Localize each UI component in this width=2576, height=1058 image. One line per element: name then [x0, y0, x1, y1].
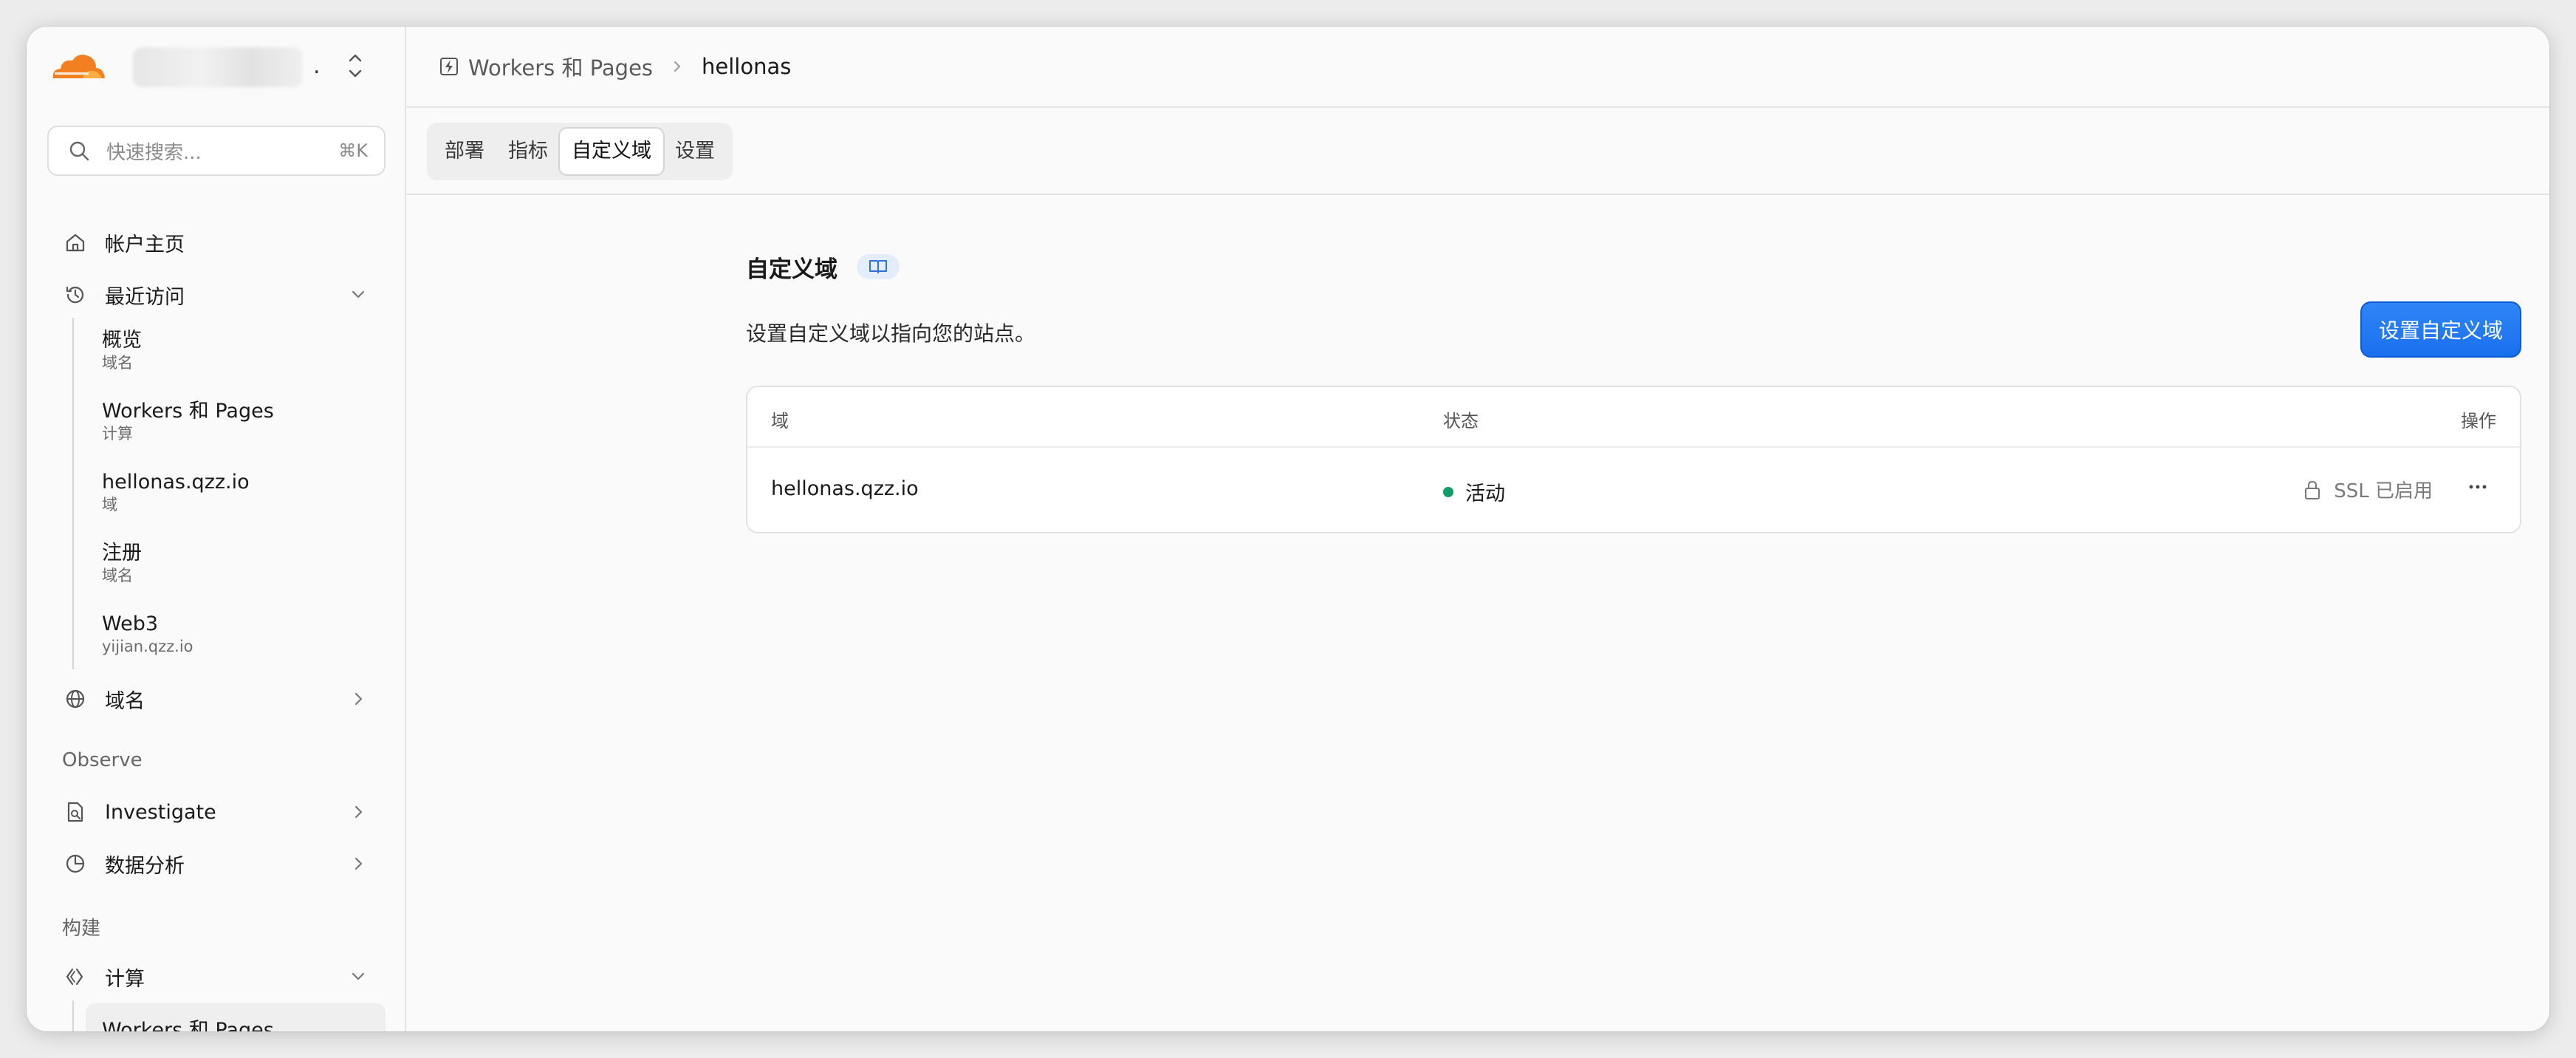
- chevron-right-icon: [354, 805, 363, 819]
- search-icon: [69, 141, 89, 161]
- column-header-status: 状态: [1443, 411, 1479, 431]
- section-label-observe: Observe: [62, 749, 143, 771]
- description-row: 设置自定义域以指向您的站点。 设置自定义域: [746, 301, 2521, 361]
- book-icon: [869, 260, 887, 273]
- workers-icon: [440, 58, 458, 75]
- recent-tree-line: [72, 318, 74, 669]
- recent-item-subtitle: yijian.qzz.io: [102, 638, 193, 655]
- account-switcher[interactable]: .: [27, 27, 406, 108]
- recent-item-title: 概览: [102, 329, 142, 352]
- tab-group: 部署 指标 自定义域 设置: [427, 123, 733, 180]
- status-text: 活动: [1465, 482, 1505, 505]
- tab-metrics[interactable]: 指标: [496, 129, 560, 174]
- tab-deployments[interactable]: 部署: [433, 129, 496, 174]
- recent-item-title: Web3: [102, 612, 159, 635]
- sidebar-item-domains[interactable]: 域名: [47, 678, 386, 720]
- recent-item-subtitle: 计算: [102, 425, 133, 443]
- breadcrumb-parent[interactable]: Workers 和 Pages: [468, 51, 653, 82]
- custom-domains-panel: 自定义域 设置自定义域以指向您的站点。 设置自定义域 域 状态 操作 hello…: [746, 248, 2521, 533]
- ssl-status: SSL 已启用: [2303, 476, 2433, 503]
- recent-item-hellonas[interactable]: hellonas.qzz.io 域: [102, 470, 383, 514]
- status-dot: [1443, 486, 1453, 497]
- recent-item-subtitle: 域名: [102, 567, 133, 584]
- globe-icon: [66, 689, 85, 709]
- breadcrumb-current: hellonas: [702, 54, 792, 79]
- recent-item-title: hellonas.qzz.io: [102, 471, 250, 494]
- chevron-right-icon: [674, 61, 681, 72]
- section-label-build: 构建: [62, 918, 101, 940]
- recent-item-subtitle: 域名: [102, 354, 133, 372]
- breadcrumb: Workers 和 Pages hellonas: [406, 27, 2549, 108]
- search-input[interactable]: 快速搜索... ⌘K: [47, 126, 386, 176]
- sidebar-item-recent[interactable]: 最近访问: [47, 274, 386, 315]
- recent-item-web3[interactable]: Web3 yijian.qzz.io: [102, 612, 383, 656]
- chevron-up-down-icon[interactable]: [344, 49, 366, 83]
- sidebar-item-investigate[interactable]: Investigate: [47, 791, 386, 833]
- compute-tree-line: [72, 1000, 74, 1031]
- sidebar-item-label: 数据分析: [105, 854, 185, 878]
- setup-custom-domain-button[interactable]: 设置自定义域: [2360, 301, 2521, 358]
- sidebar-item-label: Workers 和 Pages: [102, 1018, 274, 1032]
- sidebar-item-label: Investigate: [105, 800, 216, 824]
- document-search-icon: [67, 802, 83, 822]
- page-title: 自定义域: [746, 256, 837, 283]
- docs-link[interactable]: [857, 254, 900, 279]
- sidebar-item-workers-pages[interactable]: Workers 和 Pages: [86, 1003, 386, 1031]
- table-header: 域 状态 操作: [747, 387, 2520, 448]
- sidebar-item-analytics[interactable]: 数据分析: [47, 843, 386, 884]
- domain-cell[interactable]: hellonas.qzz.io: [771, 477, 919, 500]
- main-content: Workers 和 Pages hellonas 部署 指标 自定义域 设置 自…: [406, 27, 2549, 1031]
- account-name-suffix: .: [313, 53, 321, 79]
- chevron-down-icon: [352, 972, 365, 980]
- chevron-right-icon: [354, 692, 363, 706]
- domains-table: 域 状态 操作 hellonas.qzz.io 活动 SSL 已启用: [746, 386, 2521, 533]
- sidebar-item-label: 计算: [105, 967, 145, 991]
- tab-custom-domains[interactable]: 自定义域: [560, 129, 663, 174]
- recent-item-workers-pages[interactable]: Workers 和 Pages 计算: [102, 399, 383, 443]
- search-placeholder: 快速搜索...: [106, 141, 202, 164]
- search-shortcut: ⌘K: [338, 140, 368, 161]
- column-header-domain: 域: [771, 411, 789, 431]
- recent-item-subtitle: 域: [102, 496, 117, 513]
- status-badge: 活动: [1443, 477, 1505, 506]
- lock-icon: [2305, 480, 2320, 499]
- chevron-right-icon: [354, 857, 363, 870]
- compute-icon: [66, 968, 83, 986]
- column-header-actions: 操作: [2461, 411, 2496, 431]
- page-description: 设置自定义域以指向您的站点。: [746, 321, 1036, 346]
- ssl-text: SSL 已启用: [2334, 480, 2433, 502]
- tab-bar: 部署 指标 自定义域 设置: [406, 108, 2549, 195]
- more-actions-icon[interactable]: [2465, 474, 2490, 499]
- sidebar-item-label: 域名: [105, 689, 145, 713]
- recent-item-title: 注册: [102, 542, 142, 564]
- cloudflare-logo: [52, 55, 105, 78]
- table-row: hellonas.qzz.io 活动 SSL 已启用: [747, 448, 2520, 533]
- tab-settings[interactable]: 设置: [663, 129, 727, 174]
- title-row: 自定义域: [746, 248, 2521, 285]
- account-name-redacted: [133, 47, 303, 87]
- recent-item-overview[interactable]: 概览 域名: [102, 328, 383, 372]
- sidebar-item-label: 最近访问: [105, 285, 185, 309]
- recent-item-registrar[interactable]: 注册 域名: [102, 541, 383, 585]
- sidebar-item-label: 帐户主页: [105, 233, 185, 256]
- sidebar: . 快速搜索... ⌘K 帐户主页 最近访问 概览 域名 Workers 和 P…: [27, 27, 406, 1031]
- pie-chart-icon: [66, 854, 85, 873]
- recent-item-title: Workers 和 Pages: [102, 400, 274, 423]
- sidebar-item-account-home[interactable]: 帐户主页: [47, 222, 386, 263]
- chevron-down-icon: [352, 290, 365, 298]
- app-window: . 快速搜索... ⌘K 帐户主页 最近访问 概览 域名 Workers 和 P…: [27, 27, 2549, 1031]
- home-icon: [66, 233, 85, 252]
- sidebar-item-compute[interactable]: 计算: [47, 956, 386, 997]
- history-icon: [66, 286, 84, 304]
